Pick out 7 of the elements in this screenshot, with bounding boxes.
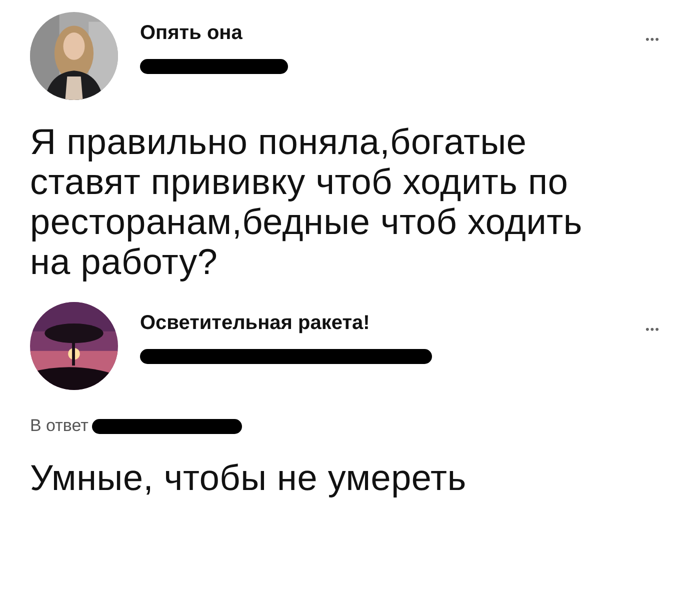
tweet-text: Умные, чтобы не умереть	[30, 458, 468, 498]
user-name: Осветительная ракета!	[140, 312, 371, 335]
reply-label: В ответ	[30, 416, 88, 436]
more-button[interactable]: •••	[645, 324, 660, 336]
tweet-text: Я правильно поняла,богатые ставят прививку чтоб ходить по ресторанам,бедные чтоб ходить на работу?	[30, 122, 584, 282]
more-button[interactable]: •••	[645, 34, 660, 46]
user-name: Опять она	[140, 22, 244, 45]
